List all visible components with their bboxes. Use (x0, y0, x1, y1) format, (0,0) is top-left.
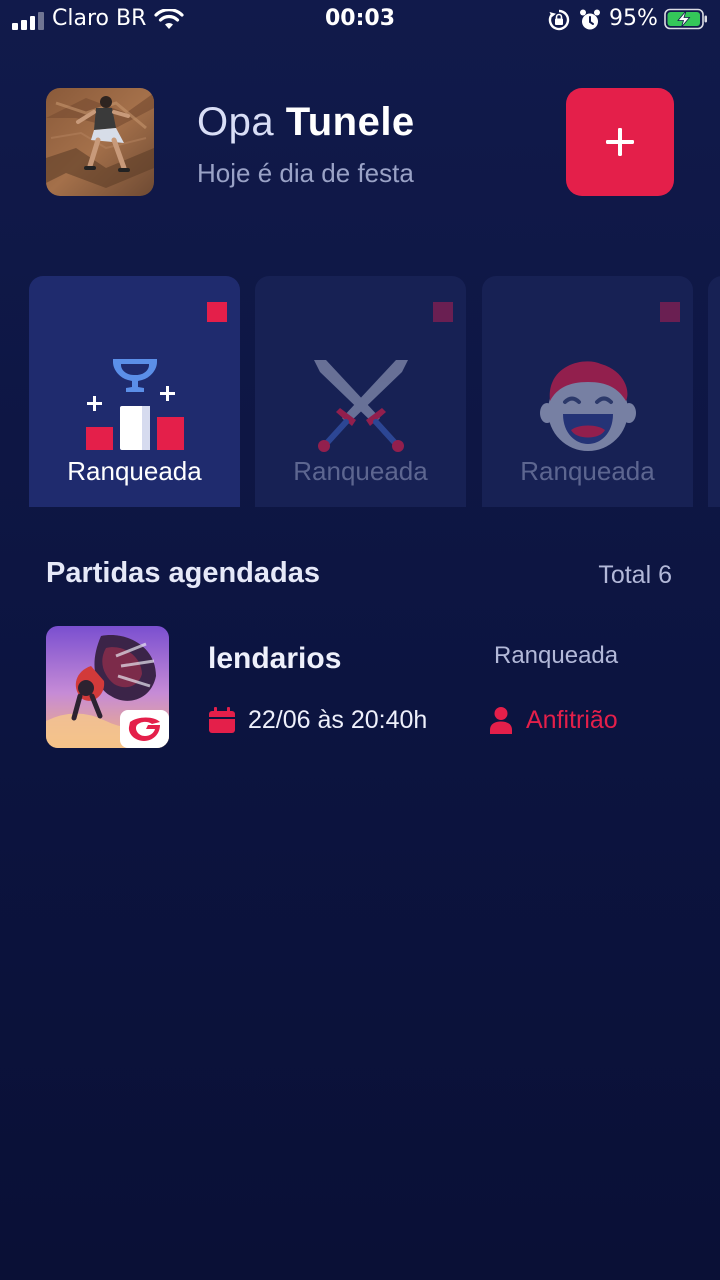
match-date: 22/06 às 20:40h (248, 706, 428, 734)
rotation-lock-icon (548, 9, 570, 31)
add-match-button[interactable] (566, 88, 674, 196)
battery-charging-icon (664, 8, 707, 30)
mode-label: Ranqueada (293, 456, 428, 486)
battery-percentage: 95% (609, 6, 658, 31)
matches-total: Total 6 (598, 561, 672, 589)
status-bar: Claro BR 00:03 95% (0, 0, 720, 40)
trophy-podium-icon (85, 359, 184, 450)
match-role: Anfitrião (526, 706, 618, 734)
crossed-swords-icon (313, 360, 408, 452)
mode-card-ranked-trophy[interactable]: Ranqueada (29, 276, 240, 507)
mode-label: Ranqueada (520, 456, 655, 486)
plus-icon (606, 128, 634, 156)
calendar-icon (209, 707, 235, 733)
app-screen: Claro BR 00:03 95% Opa Tunele Hoje é dia… (0, 0, 720, 1280)
section-title: Partidas agendadas (46, 557, 320, 589)
list-item-match[interactable]: lendarios Ranqueada 22/06 às 20:40h Anfi… (46, 626, 674, 750)
mode-card-ranked-swords[interactable]: Ranqueada (255, 276, 466, 507)
laughing-face-icon (539, 361, 636, 451)
alarm-icon (580, 9, 600, 30)
mode-card-ranked-fun[interactable]: Ranqueada (482, 276, 693, 507)
match-name: lendarios (208, 642, 342, 675)
greeting-prefix: Opa (197, 100, 275, 144)
user-icon (490, 707, 512, 734)
card-indicator (207, 302, 227, 322)
mode-card-partial[interactable] (708, 276, 720, 507)
greeting: Opa Tunele (197, 100, 415, 145)
card-indicator (660, 302, 680, 322)
user-name: Tunele (285, 100, 415, 144)
match-mode: Ranqueada (494, 642, 619, 669)
user-avatar[interactable] (46, 88, 154, 196)
card-indicator (433, 302, 453, 322)
greeting-subtitle: Hoje é dia de festa (197, 158, 414, 188)
free-fire-game-icon (46, 626, 169, 748)
mode-label: Ranqueada (67, 456, 202, 486)
